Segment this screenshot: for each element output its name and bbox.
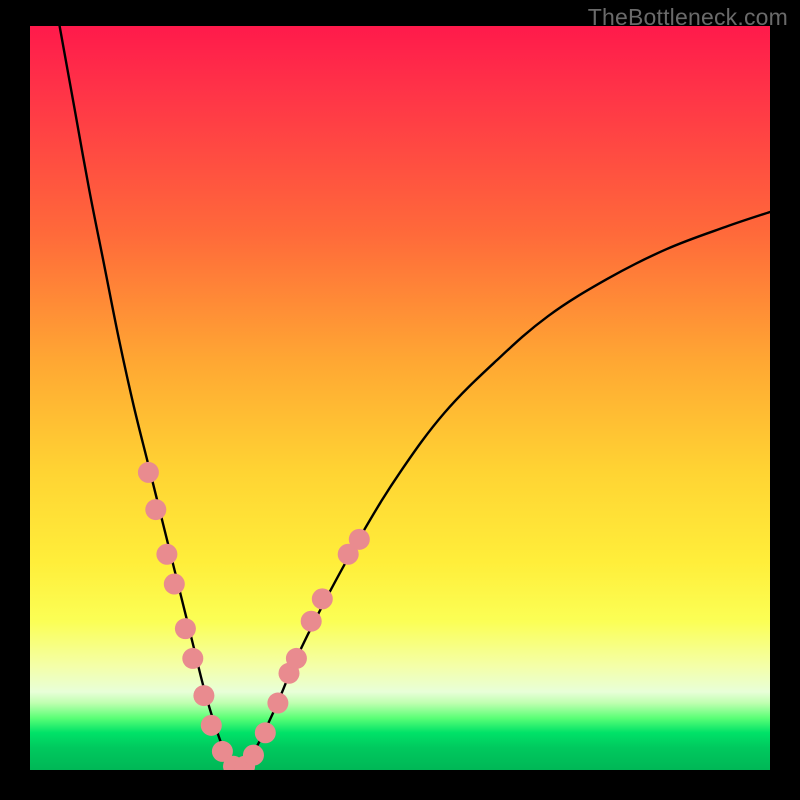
left-arm-dot <box>145 499 166 520</box>
plot-area <box>30 26 770 770</box>
left-arm-dot <box>182 648 203 669</box>
right-arm-dot <box>349 529 370 550</box>
left-arm-dot <box>164 574 185 595</box>
left-arm-dot <box>156 544 177 565</box>
left-arm-dot <box>138 462 159 483</box>
watermark-text: TheBottleneck.com <box>588 4 788 31</box>
right-arm-dot <box>286 648 307 669</box>
right-arm-dot <box>267 693 288 714</box>
right-arm-dot <box>255 722 276 743</box>
right-arm-dot <box>301 611 322 632</box>
left-arm-dot <box>201 715 222 736</box>
right-arm-dot <box>312 588 333 609</box>
left-arm-dot <box>175 618 196 639</box>
left-arm-dot <box>193 685 214 706</box>
chart-frame: TheBottleneck.com <box>0 0 800 800</box>
valley-dot <box>243 745 264 766</box>
data-points-layer <box>30 26 770 770</box>
